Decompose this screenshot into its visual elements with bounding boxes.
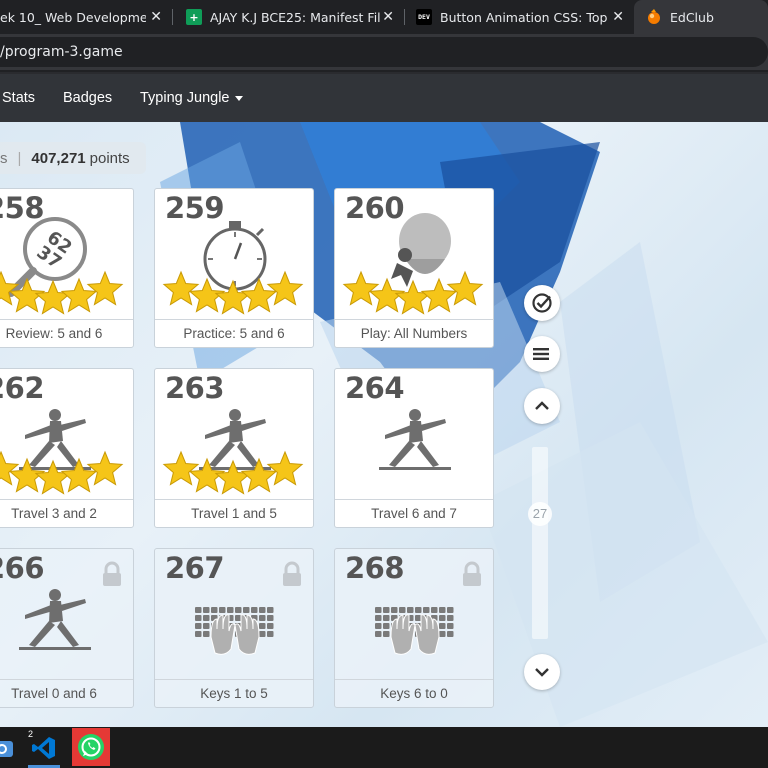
lesson-caption: Keys 1 to 5 bbox=[155, 679, 313, 707]
os-taskbar: 2 bbox=[0, 727, 768, 768]
lesson-card-263[interactable]: 263 Travel 1 and 5 bbox=[154, 368, 314, 528]
star-icon bbox=[162, 450, 200, 486]
lesson-number: 267 bbox=[165, 551, 225, 585]
vscode-icon bbox=[32, 737, 55, 759]
tab-title: AJAY K.J BCE25: Manifest Fil bbox=[210, 9, 380, 25]
points-summary: s | 407,271 points bbox=[0, 142, 146, 174]
nav-badges-label: Badges bbox=[63, 90, 113, 106]
five-star-rating-icon bbox=[342, 270, 484, 315]
lock-icon bbox=[103, 561, 121, 586]
url-text: /program-3.game bbox=[0, 44, 123, 60]
vscode-badge: 2 bbox=[28, 729, 34, 739]
lesson-caption: Keys 6 to 0 bbox=[335, 679, 493, 707]
site-navigation: Stats Badges Typing Jungle bbox=[0, 72, 768, 122]
lesson-caption: Travel 1 and 5 bbox=[155, 499, 313, 527]
star-icon bbox=[86, 270, 124, 306]
scroll-up-button[interactable] bbox=[524, 388, 560, 424]
taskbar-camera-app[interactable] bbox=[0, 731, 20, 765]
edclub-icon bbox=[646, 9, 662, 25]
browser-tab-button-animation[interactable]: DEV Button Animation CSS: Top 5 ✕ bbox=[406, 0, 632, 34]
star-icon bbox=[34, 459, 72, 495]
nav-stats-label: Stats bbox=[2, 90, 36, 106]
menu-button[interactable] bbox=[524, 336, 560, 372]
lesson-card-266[interactable]: 266 Travel 0 and 6 bbox=[0, 548, 134, 708]
lesson-caption: Practice: 5 and 6 bbox=[155, 319, 313, 347]
caret-down-icon bbox=[235, 95, 244, 101]
lesson-card-268[interactable]: 268 Keys 6 to 0 bbox=[334, 548, 494, 708]
star-icon bbox=[394, 279, 432, 315]
taskbar-whatsapp-app[interactable] bbox=[72, 728, 110, 766]
lesson-number: 268 bbox=[345, 551, 405, 585]
nav-typing-jungle-dropdown[interactable]: Typing Jungle bbox=[140, 74, 244, 122]
lesson-caption: Travel 3 and 2 bbox=[0, 499, 133, 527]
browser-tab-edclub[interactable]: EdClub bbox=[634, 0, 768, 34]
points-prefix: s bbox=[0, 149, 8, 167]
tab-title: ek 10_ Web Development bbox=[0, 9, 146, 25]
five-star-rating-icon bbox=[0, 270, 124, 315]
scroll-position-indicator[interactable]: 27 bbox=[528, 502, 552, 526]
google-sheets-icon: + bbox=[186, 9, 202, 25]
check-circle-icon bbox=[532, 293, 552, 313]
browser-tab-manifest[interactable]: + AJAY K.J BCE25: Manifest Fil ✕ bbox=[176, 0, 402, 34]
points-label: points bbox=[89, 149, 130, 167]
tab-separator bbox=[172, 9, 173, 25]
address-bar-row: /program-3.game bbox=[0, 34, 768, 70]
star-icon bbox=[266, 270, 304, 306]
nav-badges[interactable]: Badges bbox=[63, 74, 112, 122]
hamburger-menu-icon bbox=[533, 348, 549, 360]
camera-icon bbox=[0, 741, 13, 757]
five-star-rating-icon bbox=[0, 450, 124, 495]
yoga-figure-shape bbox=[19, 589, 91, 650]
lesson-card-262[interactable]: 262 Travel 3 and 2 bbox=[0, 368, 134, 528]
five-star-rating-icon bbox=[162, 450, 304, 495]
five-star-rating-icon bbox=[162, 270, 304, 315]
browser-tab-strip: ek 10_ Web Development ✕ + AJAY K.J BCE2… bbox=[0, 0, 768, 34]
taskbar-vscode-app[interactable]: 2 bbox=[26, 729, 62, 765]
url-omnibox[interactable]: /program-3.game bbox=[0, 37, 768, 67]
points-value: 407,271 bbox=[31, 149, 86, 167]
lesson-number: 266 bbox=[0, 551, 45, 585]
lesson-caption: Travel 0 and 6 bbox=[0, 679, 133, 707]
star-icon bbox=[86, 450, 124, 486]
star-icon bbox=[214, 459, 252, 495]
lesson-caption: Review: 5 and 6 bbox=[0, 319, 133, 347]
yoga-figure-shape bbox=[379, 409, 451, 470]
lesson-card-267[interactable]: 267 Keys 1 to 5 bbox=[154, 548, 314, 708]
star-icon bbox=[266, 450, 304, 486]
star-icon bbox=[446, 270, 484, 306]
star-icon bbox=[214, 279, 252, 315]
tab-title: Button Animation CSS: Top 5 bbox=[440, 9, 608, 25]
lesson-caption: Travel 6 and 7 bbox=[335, 499, 493, 527]
lesson-caption: Play: All Numbers bbox=[335, 319, 493, 347]
points-separator: | bbox=[17, 149, 22, 167]
lesson-card-264[interactable]: 264 Travel 6 and 7 bbox=[334, 368, 494, 528]
nav-stats[interactable]: Stats bbox=[2, 74, 35, 122]
lock-icon bbox=[463, 561, 481, 586]
close-tab-icon[interactable]: ✕ bbox=[612, 9, 624, 25]
chevron-up-icon bbox=[535, 401, 549, 410]
star-icon bbox=[342, 270, 380, 306]
check-progress-button[interactable] bbox=[524, 285, 560, 321]
star-icon bbox=[34, 279, 72, 315]
lesson-card-260[interactable]: 260 Play: All Numbers bbox=[334, 188, 494, 348]
star-icon bbox=[0, 270, 20, 306]
browser-tab-web-development[interactable]: ek 10_ Web Development ✕ bbox=[0, 0, 170, 34]
whatsapp-icon bbox=[78, 734, 104, 760]
scroll-track[interactable] bbox=[532, 447, 548, 639]
chevron-down-icon bbox=[535, 668, 549, 677]
star-icon bbox=[0, 450, 20, 486]
scroll-down-button[interactable] bbox=[524, 654, 560, 690]
lesson-grid-area: s | 407,271 points 62 37 258 Review: 5 a… bbox=[0, 122, 768, 727]
dev-to-icon: DEV bbox=[416, 9, 432, 25]
close-tab-icon[interactable]: ✕ bbox=[150, 9, 162, 25]
close-tab-icon[interactable]: ✕ bbox=[382, 9, 394, 25]
lock-icon bbox=[283, 561, 301, 586]
lesson-card-258[interactable]: 62 37 258 Review: 5 and 6 bbox=[0, 188, 134, 348]
tab-title: EdClub bbox=[670, 9, 714, 25]
tab-separator bbox=[404, 9, 405, 25]
nav-typing-jungle-label: Typing Jungle bbox=[140, 90, 230, 106]
lesson-card-259[interactable]: 259 Practice: 5 and 6 bbox=[154, 188, 314, 348]
lesson-number: 264 bbox=[345, 371, 405, 405]
star-icon bbox=[162, 270, 200, 306]
